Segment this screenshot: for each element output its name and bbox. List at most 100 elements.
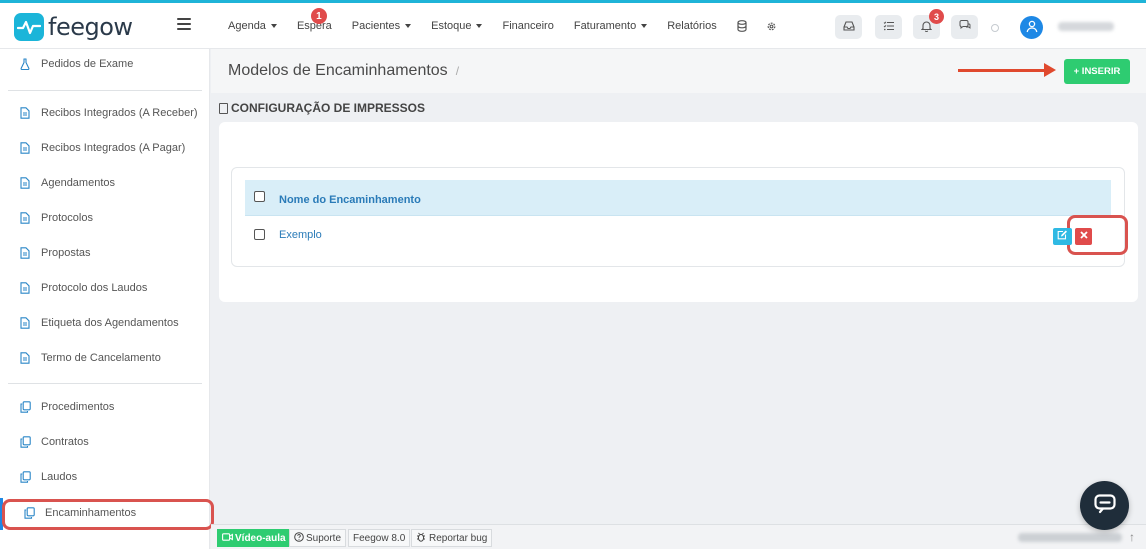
sidebar-item-label: Agendamentos [41, 177, 115, 189]
nav-faturamento-label: Faturamento [573, 20, 637, 32]
video-lesson-button[interactable]: Vídeo-aula [217, 529, 291, 547]
bug-icon [416, 532, 426, 545]
section-title-text: CONFIGURAÇÃO DE IMPRESSOS [231, 101, 426, 115]
nav-agenda-label: Agenda [228, 20, 266, 32]
select-all-checkbox[interactable] [254, 191, 265, 202]
nav-espera[interactable]: Espera 1 [287, 3, 342, 49]
video-lesson-label: Vídeo-aula [235, 532, 286, 544]
document-icon [20, 247, 30, 259]
sidebar-item-label: Propostas [41, 247, 91, 259]
tasks-button[interactable] [875, 15, 902, 39]
chat-widget-button[interactable] [1080, 481, 1129, 530]
footer: Vídeo-aula Suporte Feegow 8.0 Reportar b… [211, 524, 1146, 549]
sidebar-item-label: Protocolo dos Laudos [41, 282, 148, 294]
sidebar-item-protocolos[interactable]: Protocolos [0, 208, 210, 228]
document-icon [20, 142, 30, 154]
user-icon [1026, 20, 1038, 36]
sidebar-divider [8, 383, 202, 384]
sidebar-item-label: Etiqueta dos Agendamentos [41, 317, 179, 329]
nav-agenda[interactable]: Agenda [218, 3, 287, 49]
sidebar-item-recibos-a-receber[interactable]: Recibos Integrados (A Receber) [0, 103, 210, 123]
caret-down-icon [641, 24, 648, 28]
gear-icon[interactable] [765, 19, 779, 33]
sidebar-item-procedimentos[interactable]: Procedimentos [0, 397, 210, 417]
delete-button[interactable] [1075, 228, 1092, 245]
nav-financeiro-label: Financeiro [502, 20, 554, 32]
chat-bubble-icon [959, 20, 971, 34]
nav-pacientes[interactable]: Pacientes [342, 3, 421, 49]
status-indicator [991, 24, 999, 32]
sidebar-item-label: Protocolos [41, 212, 93, 224]
sidebar-item-protocolo-dos-laudos[interactable]: Protocolo dos Laudos [0, 278, 210, 298]
document-icon [20, 212, 30, 224]
top-header: feegow Agenda Espera 1 Pacientes Estoque… [0, 3, 1146, 49]
support-button[interactable]: Suporte [289, 529, 347, 547]
report-bug-label: Reportar bug [429, 532, 488, 544]
logo-text: feegow [48, 13, 133, 41]
chat-button[interactable] [951, 15, 978, 39]
sidebar-item-laudos[interactable]: Laudos [0, 467, 210, 487]
database-icon[interactable] [735, 19, 749, 33]
caret-down-icon [405, 24, 412, 28]
notifications-button[interactable]: 3 [913, 9, 944, 39]
close-icon [1079, 231, 1088, 242]
document-icon [20, 317, 30, 329]
nav-estoque-label: Estoque [431, 20, 472, 32]
document-icon [20, 177, 30, 189]
sidebar-item-termo-de-cancelamento[interactable]: Termo de Cancelamento [0, 348, 210, 368]
edit-button[interactable] [1053, 228, 1072, 245]
question-circle-icon [294, 531, 304, 545]
espera-count-badge: 1 [310, 8, 327, 24]
nav-financeiro[interactable]: Financeiro [492, 3, 563, 49]
insert-button[interactable]: + INSERIR [1064, 59, 1130, 84]
row-checkbox[interactable] [254, 229, 265, 240]
sidebar-item-label: Laudos [41, 471, 78, 483]
nav-relatorios-label: Relatórios [667, 20, 717, 32]
username-redacted[interactable] [1058, 22, 1114, 31]
copy-icon [20, 471, 31, 483]
sidebar-item-contratos[interactable]: Contratos [0, 432, 210, 452]
sidebar-item-recibos-a-pagar[interactable]: Recibos Integrados (A Pagar) [0, 138, 210, 158]
inbox-button[interactable] [835, 15, 862, 39]
caret-down-icon [270, 24, 277, 28]
table-panel: Nome do Encaminhamento Exemplo [231, 167, 1128, 267]
logo[interactable]: feegow [14, 12, 133, 42]
nav-relatorios[interactable]: Relatórios [657, 3, 727, 49]
sidebar-item-label: Contratos [41, 436, 89, 448]
heartbeat-logo-icon [14, 13, 44, 41]
sidebar-item-label: Recibos Integrados (A Receber) [41, 107, 198, 119]
table-row: Exemplo [245, 217, 1111, 253]
row-name-link[interactable]: Exemplo [279, 229, 322, 241]
section-title: CONFIGURAÇÃO DE IMPRESSOS [219, 101, 425, 115]
avatar[interactable] [1020, 16, 1043, 39]
inbox-icon [842, 20, 855, 34]
sidebar-item-pedidos-de-exame[interactable]: Pedidos de Exame [0, 54, 210, 74]
page-title-text: Modelos de Encaminhamentos [228, 62, 448, 79]
nav-pacientes-label: Pacientes [351, 20, 401, 32]
scroll-top-arrow-icon[interactable]: ↑ [1129, 530, 1135, 544]
sidebar-item-label: Termo de Cancelamento [41, 352, 161, 364]
hamburger-menu-icon[interactable] [177, 18, 191, 32]
copy-icon [20, 401, 31, 413]
breadcrumb-separator: / [455, 64, 460, 78]
sidebar: Pedidos de Exame Recibos Integrados (A R… [0, 49, 214, 549]
sidebar-item-propostas[interactable]: Propostas [0, 243, 210, 263]
edit-icon [1057, 230, 1068, 243]
notifications-badge: 3 [929, 9, 944, 24]
report-bug-button[interactable]: Reportar bug [411, 529, 493, 547]
annotation-arrow-line [958, 69, 1048, 72]
sidebar-item-etiqueta-dos-agendamentos[interactable]: Etiqueta dos Agendamentos [0, 313, 210, 333]
document-icon [20, 282, 30, 294]
sidebar-divider [8, 90, 202, 91]
nav-estoque[interactable]: Estoque [421, 3, 492, 49]
sidebar-item-label: Recibos Integrados (A Pagar) [41, 142, 186, 154]
sidebar-item-agendamentos[interactable]: Agendamentos [0, 173, 210, 193]
support-label: Suporte [306, 532, 342, 544]
content-card: Nome do Encaminhamento Exemplo [219, 122, 1138, 302]
table-header: Nome do Encaminhamento [245, 180, 1111, 216]
sidebar-item-label: Pedidos de Exame [41, 58, 134, 70]
video-camera-icon [222, 532, 233, 544]
tasks-icon [883, 21, 895, 34]
nav-faturamento[interactable]: Faturamento [564, 3, 657, 49]
sidebar-item-label: Procedimentos [41, 401, 115, 413]
